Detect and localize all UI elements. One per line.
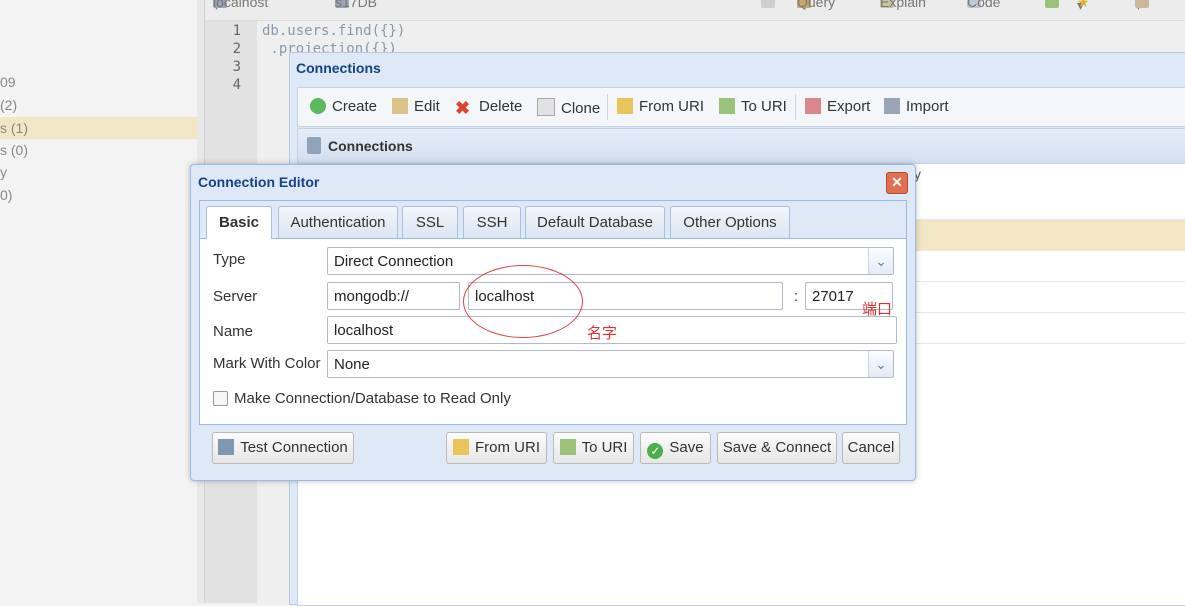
mark-with-color-label: Mark With Color: [213, 355, 321, 372]
annotation-port-text: 端口: [862, 301, 893, 318]
uri-in-icon: [453, 439, 469, 455]
color-select-value: None: [334, 356, 370, 373]
uri-out-icon: [719, 98, 735, 114]
from-uri-label: From URI: [475, 439, 540, 456]
delete-x-icon: ✖: [455, 98, 471, 118]
create-label: Create: [332, 98, 378, 115]
uri-out-icon: [559, 439, 576, 455]
server-label: Server: [213, 288, 258, 305]
line-number: 2: [232, 41, 241, 57]
explain-label: Explain: [880, 0, 926, 10]
code-line: db.users.find({}): [262, 23, 406, 39]
tab-authentication[interactable]: Authentication: [278, 206, 398, 238]
import-icon: [884, 98, 900, 114]
export-icon: [805, 98, 821, 114]
line-number: 3: [232, 59, 241, 75]
port-separator: :: [794, 288, 799, 305]
tab-basic[interactable]: Basic: [206, 206, 272, 239]
read-only-checkbox[interactable]: [213, 391, 228, 406]
annotation-ellipse: [463, 265, 583, 338]
tab-other-options[interactable]: Other Options: [670, 206, 790, 238]
sidebar-item-selected[interactable]: s (1): [0, 117, 197, 139]
color-select[interactable]: None ⌄: [327, 350, 894, 378]
sidebar-item[interactable]: 09: [0, 71, 197, 93]
import-button[interactable]: Import: [884, 98, 949, 115]
connections-window-title: Connections: [296, 60, 381, 76]
edit-button[interactable]: Edit: [392, 98, 440, 115]
name-label: Name: [213, 323, 254, 340]
protocol-field[interactable]: mongodb://: [327, 282, 460, 310]
delete-label: Delete: [479, 98, 523, 115]
plus-circle-icon: [310, 98, 326, 114]
uri-in-icon: [617, 98, 633, 114]
from-uri-label: From URI: [639, 98, 704, 115]
edit-label: Edit: [414, 98, 440, 115]
line-number: 4: [232, 77, 241, 93]
chevron-down-icon[interactable]: ⌄: [868, 351, 893, 377]
test-connection-label: Test Connection: [240, 439, 348, 456]
sidebar-item[interactable]: s (0): [0, 139, 197, 161]
tab-default-database[interactable]: Default Database: [525, 206, 665, 238]
chevron-down-icon[interactable]: ⌄: [868, 248, 893, 274]
connection-selector[interactable]: localhost ▾: [213, 0, 268, 14]
database-icon: [307, 137, 321, 154]
dialog-title: Connection Editor: [198, 174, 320, 190]
cancel-button[interactable]: Cancel: [842, 432, 900, 464]
test-connection-button[interactable]: Test Connection: [212, 432, 354, 464]
code-label: Code: [967, 0, 1001, 10]
check-circle-icon: ✓: [647, 443, 664, 459]
sidebar: 09 (2) s (1) s (0) y 0): [0, 0, 198, 603]
settings-button[interactable]: ▾: [1135, 0, 1149, 14]
export-label: Export: [827, 98, 871, 115]
sidebar-item[interactable]: (2): [0, 94, 197, 116]
clone-button[interactable]: Clone: [537, 98, 600, 117]
database-label: s17DB: [335, 0, 378, 10]
type-select-value: Direct Connection: [334, 253, 454, 270]
clipboard-icon: [761, 0, 775, 8]
tab-ssl[interactable]: SSL: [402, 206, 458, 238]
toolbar-separator: [795, 94, 796, 120]
tab-ssh[interactable]: SSH: [463, 206, 521, 238]
read-only-label[interactable]: Make Connection/Database to Read Only: [234, 390, 511, 407]
type-select[interactable]: Direct Connection ⌄: [327, 247, 894, 275]
connections-toolbar: Create Edit ✖ Delete Clone From URI To UR…: [297, 87, 1185, 127]
save-label: Save: [669, 439, 704, 456]
connection-label: localhost: [213, 0, 269, 10]
add-icon: [1045, 0, 1059, 8]
delete-button[interactable]: ✖ Delete: [455, 98, 523, 118]
to-uri-button[interactable]: To URI: [719, 98, 787, 115]
import-label: Import: [906, 98, 949, 115]
close-icon: ✕: [891, 174, 903, 190]
to-uri-button[interactable]: To URI: [553, 432, 634, 464]
line-number: 1: [232, 23, 241, 39]
save-button[interactable]: ✓ Save: [640, 432, 711, 464]
to-uri-label: To URI: [581, 439, 628, 456]
tab-strip: Basic Authentication SSL SSH Default Dat…: [200, 201, 906, 239]
annotation-name-text: 名字: [587, 325, 618, 342]
sidebar-item[interactable]: y: [0, 161, 197, 183]
from-uri-button[interactable]: From URI: [617, 98, 704, 115]
sidebar-item[interactable]: 0): [0, 184, 197, 206]
from-uri-button[interactable]: From URI: [446, 432, 547, 464]
favorite-button[interactable]: ★ ▾: [1077, 0, 1090, 14]
network-icon: [218, 439, 235, 455]
star-icon: ★: [1077, 0, 1090, 10]
toolbar-separator: [607, 94, 608, 120]
query-toolbar: localhost ▾ s17DB Query Explain Code ★ ▾…: [205, 0, 1185, 21]
clone-label: Clone: [561, 100, 601, 117]
to-uri-label: To URI: [741, 98, 787, 115]
edit-icon: [392, 98, 408, 114]
close-button[interactable]: ✕: [886, 172, 908, 194]
save-and-connect-button[interactable]: Save & Connect: [717, 432, 837, 464]
connections-grid-title: Connections: [328, 138, 413, 154]
create-button[interactable]: Create: [310, 98, 377, 115]
type-label: Type: [213, 251, 246, 268]
query-label: Query: [797, 0, 836, 10]
clone-icon: [537, 98, 555, 116]
connections-grid-header: Connections: [298, 129, 1185, 164]
export-button[interactable]: Export: [805, 98, 870, 115]
gear-icon: [1135, 0, 1149, 8]
